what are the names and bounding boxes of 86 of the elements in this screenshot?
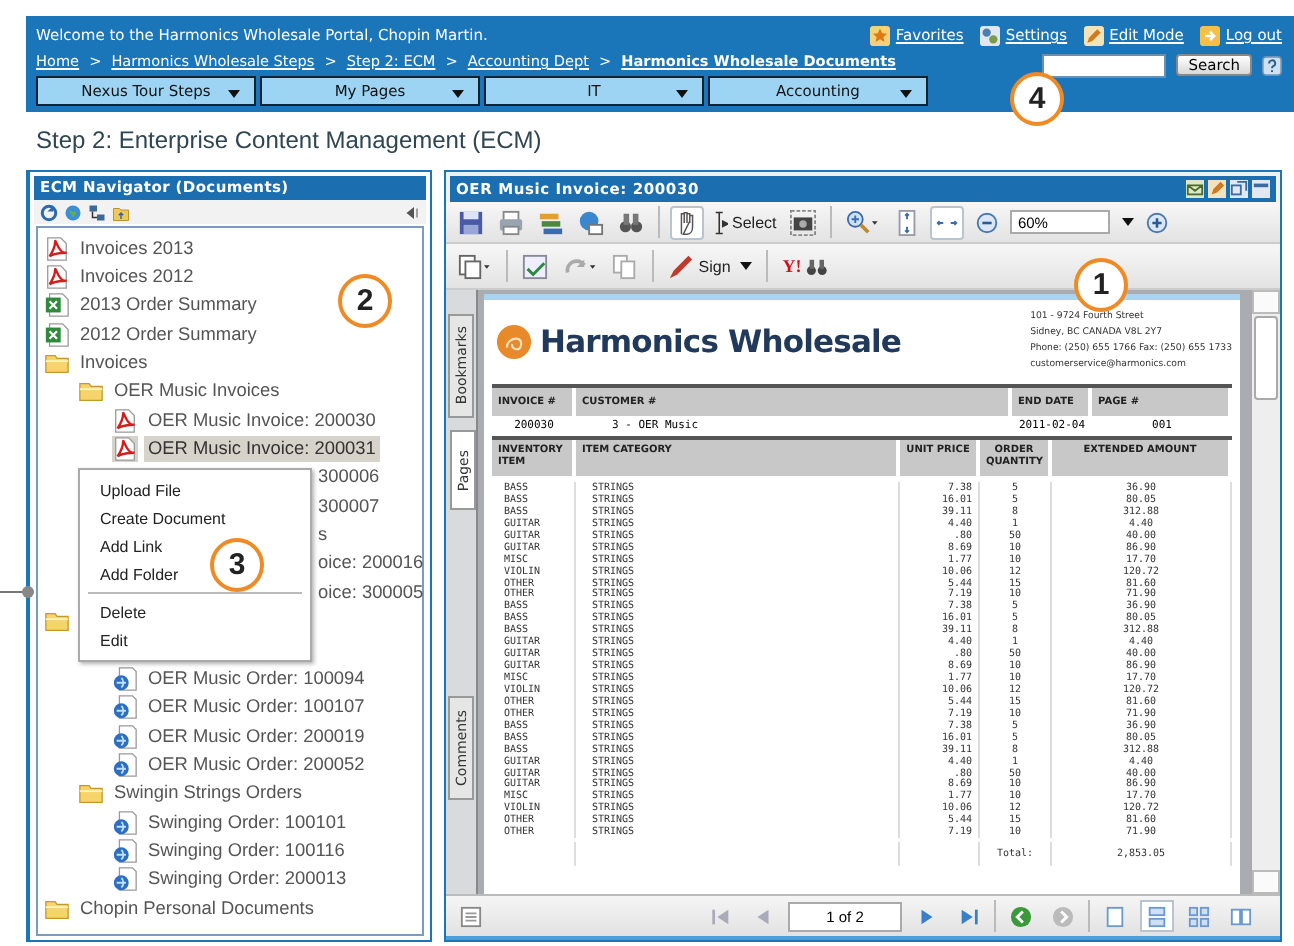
web-page-icon — [112, 751, 138, 778]
web-page-icon — [112, 837, 138, 864]
tree-item[interactable]: Swinging Order: 100116 — [144, 837, 349, 864]
caret-icon — [452, 90, 464, 98]
web-search-button[interactable]: Y! — [778, 249, 832, 283]
pen-icon — [668, 253, 695, 279]
tree-item[interactable]: OER Music Order: 100107 — [144, 694, 369, 721]
first-page-icon — [710, 905, 732, 927]
web-page-icon — [112, 665, 138, 692]
tree-item[interactable]: Swinging Order: 200013 — [144, 866, 351, 893]
tree-item[interactable]: Swinging Order: 100101 — [144, 809, 351, 836]
sign-button[interactable]: Sign — [664, 249, 757, 283]
tree-item[interactable]: 300007 — [318, 493, 384, 520]
tree-item[interactable]: 2013 Order Summary — [76, 292, 261, 319]
logout-icon — [1199, 25, 1220, 45]
scrollbar[interactable] — [1250, 290, 1280, 894]
page-title: Step 2: Enterprise Content Management (ECM) — [34, 124, 544, 158]
tree-item[interactable]: s — [318, 522, 332, 549]
web-page-icon — [112, 694, 138, 721]
star-icon — [869, 25, 890, 45]
caret-icon — [676, 90, 688, 98]
tree-item[interactable]: Swingin Strings Orders — [110, 780, 306, 807]
tree-item[interactable]: Invoices — [76, 350, 152, 377]
logo-icon — [496, 324, 532, 360]
previous-page-icon — [752, 905, 774, 927]
tree-item[interactable]: Invoices 2012 — [76, 264, 198, 291]
company-name: Harmonics Wholesale — [540, 324, 904, 360]
tree-item[interactable]: OER Music Order: 200052 — [144, 751, 369, 778]
callout-number: 2 — [338, 274, 392, 328]
snapshot-button[interactable] — [786, 205, 821, 239]
popout-icon[interactable] — [1230, 180, 1248, 198]
help-icon[interactable] — [1262, 55, 1282, 75]
spellcheck-button[interactable] — [517, 249, 552, 283]
caret-icon — [740, 262, 753, 270]
folder-icon — [78, 378, 104, 405]
tree-item[interactable]: OER Music Invoice: 200031 — [144, 436, 380, 463]
menu-item[interactable]: Create Document — [80, 504, 310, 532]
pdf-file-icon — [44, 264, 70, 291]
minimize-icon[interactable] — [1252, 180, 1270, 198]
search-field[interactable] — [1042, 53, 1167, 77]
globe-icon[interactable] — [64, 203, 82, 221]
hand-tool-button[interactable] — [670, 205, 704, 239]
settings-icon — [979, 25, 1000, 45]
pdf-file-icon — [112, 407, 138, 434]
caret-icon — [228, 90, 240, 98]
spreadsheet-icon — [44, 292, 70, 319]
continuous-page-button[interactable] — [1140, 900, 1174, 932]
print-button[interactable] — [494, 205, 528, 239]
pencil-icon — [1083, 25, 1104, 45]
pdf-file-icon — [44, 235, 70, 262]
binoculars-icon — [805, 257, 828, 275]
web-page-icon — [112, 866, 138, 893]
folder-icon — [44, 350, 70, 377]
menu-item[interactable]: Edit — [80, 626, 310, 654]
tree-item[interactable]: Invoices 2013 — [76, 235, 198, 262]
folder-up-icon[interactable] — [112, 203, 130, 221]
folder-icon — [78, 780, 104, 807]
pdf-file-icon — [112, 436, 138, 463]
pencil-icon[interactable] — [1208, 180, 1226, 198]
fit-width-button[interactable] — [929, 205, 964, 239]
caret-icon — [900, 90, 912, 98]
undo-icon — [561, 253, 599, 279]
tree-item[interactable]: 2012 Order Summary — [76, 321, 261, 348]
menu-item[interactable]: Upload File — [80, 476, 310, 504]
collapse-icon[interactable] — [402, 203, 420, 221]
next-page-icon — [916, 905, 938, 927]
mail-icon[interactable] — [1186, 180, 1204, 198]
spreadsheet-icon — [44, 321, 70, 348]
leader-line — [0, 584, 36, 600]
tree-item[interactable]: OER Music Order: 200019 — [144, 723, 369, 750]
refresh-icon[interactable] — [40, 203, 58, 221]
web-page-icon — [112, 723, 138, 750]
last-page-icon — [958, 905, 980, 927]
text-cursor-icon — [714, 209, 728, 235]
select-tool-button[interactable]: Select — [710, 205, 781, 239]
tree-item[interactable]: OER Music Invoices — [110, 378, 284, 405]
web-page-icon — [112, 809, 138, 836]
tree-item[interactable]: OER Music Invoice: 200030 — [144, 407, 380, 434]
tree-item[interactable]: Chopin Personal Documents — [76, 895, 318, 922]
folder-icon — [44, 895, 70, 922]
network-icon[interactable] — [88, 203, 106, 221]
tree-item[interactable]: OER Music Order: 100094 — [144, 665, 369, 692]
caret-icon[interactable] — [1121, 218, 1134, 226]
scroll-thumb[interactable] — [1254, 316, 1278, 400]
tree-item[interactable]: 300006 — [318, 464, 384, 491]
menu-item[interactable]: Delete — [80, 598, 310, 626]
